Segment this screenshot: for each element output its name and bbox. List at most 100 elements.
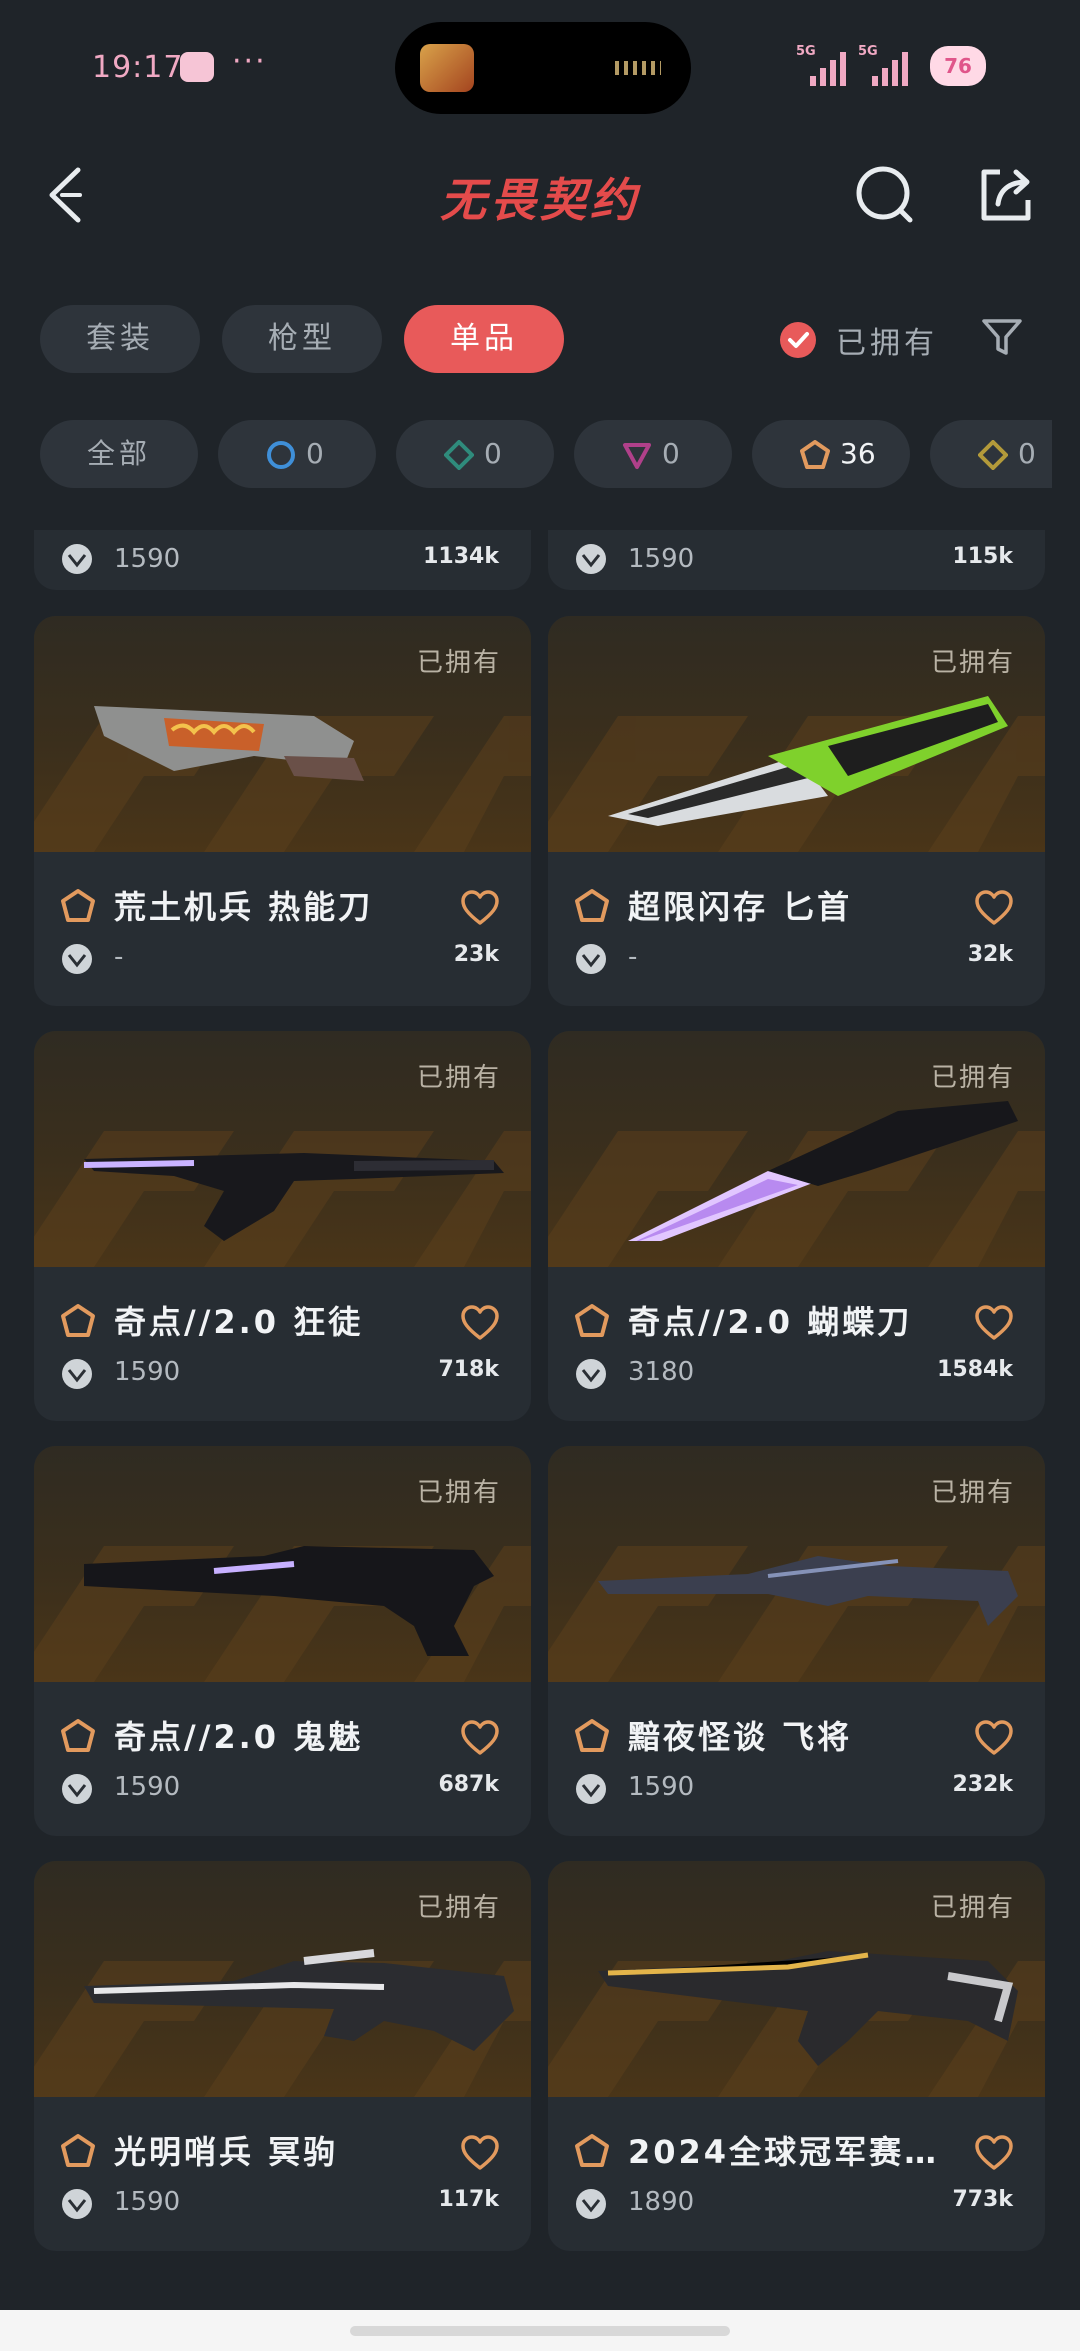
item-name: 光明哨兵 冥驹 (114, 2133, 339, 2171)
search-button[interactable] (850, 160, 920, 230)
item-price: 1590 (114, 1357, 181, 1387)
filter-icon (982, 319, 1022, 355)
exclusive-tier-icon (61, 1719, 95, 1752)
item-card-partial[interactable]: 1590 115k (548, 530, 1045, 590)
item-card[interactable]: 已拥有 奇点//2.0 鬼魅 1590 687k (34, 1446, 531, 1836)
item-name: 黯夜怪谈 飞将 (628, 1718, 853, 1756)
item-likes: 23k (453, 942, 499, 967)
owned-badge: 已拥有 (930, 1893, 1015, 1923)
item-name: 2024全球冠军赛… (628, 2133, 940, 2171)
rarity-chip-select[interactable]: 0 (218, 420, 376, 488)
rarity-chip-exclusive[interactable]: 36 (752, 420, 910, 488)
vp-icon (576, 1359, 606, 1389)
item-image: 已拥有 (548, 1031, 1045, 1267)
owned-badge: 已拥有 (416, 1478, 501, 1508)
vp-icon (62, 2189, 92, 2219)
network-type-label-2: 5G (858, 44, 878, 59)
tab-weapon-types[interactable]: 枪型 (222, 305, 382, 373)
owned-checkbox[interactable] (780, 322, 816, 358)
item-name: 荒土机兵 热能刀 (114, 888, 374, 926)
favorite-heart-icon[interactable] (975, 2135, 1013, 2171)
favorite-heart-icon[interactable] (461, 1720, 499, 1756)
item-card[interactable]: 已拥有 光明哨兵 冥驹 1590 117k (34, 1861, 531, 2251)
rarity-chip-premium[interactable]: 0 (574, 420, 732, 488)
island-app-icon (420, 44, 474, 92)
owned-badge: 已拥有 (416, 1063, 501, 1093)
premium-tier-icon (623, 443, 651, 469)
vp-icon (62, 1359, 92, 1389)
owned-badge: 已拥有 (930, 1478, 1015, 1508)
item-likes: 115k (952, 544, 1013, 569)
item-price: - (114, 942, 124, 972)
item-likes: 718k (438, 1357, 499, 1382)
item-name: 奇点//2.0 狂徒 (114, 1303, 364, 1341)
chip-count: 0 (306, 437, 324, 470)
item-name: 超限闪存 匕首 (628, 888, 853, 926)
item-likes: 687k (438, 1772, 499, 1797)
item-card[interactable]: 已拥有奇点//2.0 狂徒 1590 718k (34, 1031, 531, 1421)
favorite-heart-icon[interactable] (975, 1305, 1013, 1341)
item-grid: 1590 1134k 1590 115k 已拥有 荒土机兵 热能刀 -23k 已拥有超… (0, 530, 1080, 2310)
item-likes: 32k (967, 942, 1013, 967)
rarity-chip-ultra[interactable]: 0 (930, 420, 1052, 488)
vp-icon (576, 1774, 606, 1804)
notification-app-icon (180, 52, 214, 82)
favorite-heart-icon[interactable] (461, 1305, 499, 1341)
owned-badge: 已拥有 (930, 1063, 1015, 1093)
item-card[interactable]: 已拥有黯夜怪谈 飞将 1590 232k (548, 1446, 1045, 1836)
vp-icon (62, 944, 92, 974)
favorite-heart-icon[interactable] (461, 2135, 499, 2171)
chip-count: 36 (840, 437, 876, 470)
item-card[interactable]: 已拥有荒土机兵 热能刀 - 23k (34, 616, 531, 1006)
item-likes: 1134k (423, 544, 499, 569)
item-card-partial[interactable]: 1590 1134k (34, 530, 531, 590)
signal-icon-2: 5G (858, 44, 912, 86)
status-time: 19:17 (92, 50, 184, 85)
item-likes: 232k (952, 1772, 1013, 1797)
item-card[interactable]: 已拥有 超限闪存 匕首 - 32k (548, 616, 1045, 1006)
vp-icon (576, 2189, 606, 2219)
item-card[interactable]: 已拥有 2024全球冠军赛… 1890 773k (548, 1861, 1045, 2251)
owned-filter-label[interactable]: 已拥有 (836, 318, 938, 362)
filter-button[interactable] (980, 315, 1024, 359)
battery-indicator: 76 (930, 46, 986, 86)
exclusive-tier-icon (61, 2134, 95, 2167)
vp-icon (576, 544, 606, 574)
item-price: 1590 (114, 544, 181, 574)
owned-badge: 已拥有 (416, 1893, 501, 1923)
home-indicator[interactable] (350, 2326, 730, 2336)
back-button[interactable] (40, 160, 100, 230)
deluxe-tier-icon (444, 440, 474, 470)
item-price: 1590 (628, 1772, 695, 1802)
chip-count: 0 (1018, 437, 1036, 470)
exclusive-tier-icon (61, 889, 95, 922)
item-price: 1890 (628, 2187, 695, 2217)
ultra-tier-icon (978, 440, 1008, 470)
item-card[interactable]: 已拥有奇点//2.0 蝴蝶刀 3180 1584k (548, 1031, 1045, 1421)
exclusive-tier-icon (575, 1304, 609, 1337)
chip-count: 0 (484, 437, 502, 470)
favorite-heart-icon[interactable] (461, 890, 499, 926)
favorite-heart-icon[interactable] (975, 1720, 1013, 1756)
rarity-chip-deluxe[interactable]: 0 (396, 420, 554, 488)
page-title: 无畏契约 (440, 173, 640, 227)
item-price: 3180 (628, 1357, 695, 1387)
rarity-chip-all[interactable]: 全部 (40, 420, 198, 488)
item-likes: 1584k (937, 1357, 1013, 1382)
select-tier-icon (267, 441, 295, 469)
item-name: 奇点//2.0 蝴蝶刀 (628, 1303, 913, 1341)
favorite-heart-icon[interactable] (975, 890, 1013, 926)
exclusive-tier-icon (575, 1719, 609, 1752)
vp-icon (62, 1774, 92, 1804)
check-icon (788, 332, 809, 348)
more-notifications-icon: ··· (232, 44, 267, 79)
item-image: 已拥有 (34, 1031, 531, 1267)
item-image: 已拥有 (548, 1861, 1045, 2097)
exclusive-tier-icon (575, 2134, 609, 2167)
owned-badge: 已拥有 (416, 648, 501, 678)
share-button[interactable] (970, 160, 1040, 230)
tab-items[interactable]: 单品 (404, 305, 564, 373)
tab-bundles[interactable]: 套装 (40, 305, 200, 373)
exclusive-tier-icon (800, 440, 830, 469)
item-name: 奇点//2.0 鬼魅 (114, 1718, 364, 1756)
